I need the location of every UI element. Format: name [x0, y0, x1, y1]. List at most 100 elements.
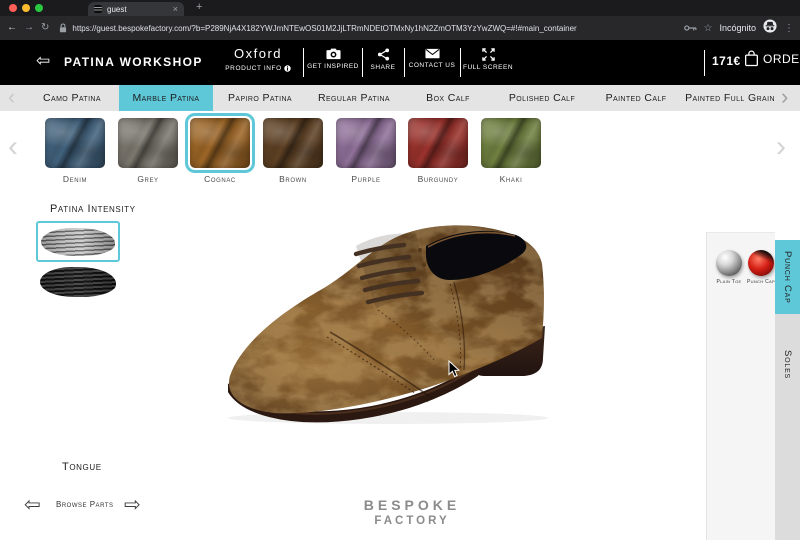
- full-screen-button[interactable]: FULL SCREEN: [460, 48, 516, 71]
- tab-painted-calf[interactable]: Painted Calf: [589, 85, 683, 111]
- browser-menu-icon[interactable]: ⋮: [784, 23, 794, 34]
- side-tab-soles[interactable]: Soles: [775, 335, 800, 395]
- page-title: PATINA WORKSHOP: [64, 55, 203, 69]
- minimize-window-button[interactable]: [22, 4, 30, 12]
- get-inspired-label: GET INSPIRED: [307, 63, 359, 70]
- tab-polished-calf[interactable]: Polished Calf: [495, 85, 589, 111]
- close-tab-icon[interactable]: ×: [173, 5, 178, 14]
- swatch-label-burgundy: Burgundy: [408, 174, 468, 184]
- swatch-grey[interactable]: [118, 118, 178, 168]
- shoe-preview[interactable]: [228, 220, 568, 425]
- shopping-bag-icon: [744, 50, 759, 67]
- order-button[interactable]: ORDER: [744, 50, 800, 67]
- next-part-arrow-icon[interactable]: ⇨: [124, 492, 141, 517]
- tabs-scroll-right-icon[interactable]: ›: [781, 84, 788, 110]
- share-button[interactable]: SHARE: [355, 48, 411, 71]
- plain-toe-label: Plain Toe: [716, 279, 741, 285]
- close-window-button[interactable]: [9, 4, 17, 12]
- mouse-cursor: [448, 360, 460, 378]
- swatch-denim[interactable]: [45, 118, 105, 168]
- swatch-khaki[interactable]: [481, 118, 541, 168]
- contact-us-button[interactable]: CONTACT US: [404, 48, 460, 69]
- brand-line2: FACTORY: [332, 515, 492, 527]
- product-info-label[interactable]: PRODUCT INFO: [225, 65, 282, 72]
- key-icon[interactable]: [684, 19, 697, 37]
- side-tab-punch-cap[interactable]: Punch Cap: [775, 240, 800, 314]
- plain-toe-sphere-icon: [716, 250, 742, 276]
- punch-cap-sphere-icon: [748, 250, 774, 276]
- brush-stroke-light: [41, 228, 115, 256]
- material-tabbar: ‹ Camo Patina Marble Patina Papiro Patin…: [0, 85, 800, 111]
- back-arrow-icon[interactable]: ⇦: [36, 51, 50, 71]
- punch-cap-label: Punch Cap: [747, 279, 775, 285]
- order-label: ORDER: [763, 52, 800, 66]
- swatch-purple[interactable]: [336, 118, 396, 168]
- toe-options-panel: Plain Toe Punch Cap: [706, 232, 775, 540]
- swatch-brown[interactable]: [263, 118, 323, 168]
- swatch-label-purple: Purple: [336, 174, 396, 184]
- lock-icon: [59, 23, 67, 33]
- app-header: ⇦ PATINA WORKSHOP Oxford PRODUCT INFO GE…: [0, 40, 800, 85]
- browser-toolbar: ← → ↻ https://guest.bespokefactory.com/?…: [0, 16, 800, 40]
- tab-papiro-patina[interactable]: Papiro Patina: [213, 85, 307, 111]
- browser-back-icon[interactable]: ←: [7, 23, 17, 33]
- url-bar[interactable]: https://guest.bespokefactory.com/?b=P289…: [72, 24, 576, 33]
- side-tab-soles-label: Soles: [782, 350, 793, 379]
- swatch-label-grey: Grey: [118, 174, 178, 184]
- header-divider: [303, 48, 304, 77]
- tab-camo-patina[interactable]: Camo Patina: [25, 85, 119, 111]
- info-icon: [284, 65, 291, 72]
- tabs-scroll-left-icon[interactable]: ‹: [8, 84, 15, 110]
- model-info-block[interactable]: Oxford PRODUCT INFO: [213, 46, 303, 72]
- header-divider: [704, 50, 705, 76]
- tab-box-calf[interactable]: Box Calf: [401, 85, 495, 111]
- bookmark-star-icon[interactable]: ☆: [704, 23, 713, 34]
- patina-intensity-light-option[interactable]: [36, 221, 120, 262]
- browser-tab[interactable]: guest ×: [88, 2, 184, 16]
- contact-us-label: CONTACT US: [409, 62, 456, 69]
- tab-favicon-icon: [94, 5, 102, 13]
- patina-intensity-label: Patina Intensity: [50, 203, 136, 215]
- swatch-label-khaki: Khaki: [481, 174, 541, 184]
- toolbar-right: ☆ Incógnito ⋮: [684, 16, 795, 40]
- swatch-cognac[interactable]: [190, 118, 250, 168]
- plain-toe-option[interactable]: Plain Toe: [713, 250, 745, 285]
- reload-icon[interactable]: ↻: [41, 23, 49, 33]
- incognito-avatar-icon[interactable]: [763, 19, 777, 38]
- browser-forward-icon[interactable]: →: [24, 23, 34, 33]
- swatch-label-cognac: Cognac: [190, 174, 250, 184]
- tab-regular-patina[interactable]: Regular Patina: [307, 85, 401, 111]
- current-part-label: Tongue: [62, 461, 102, 473]
- tab-marble-patina[interactable]: Marble Patina: [119, 85, 213, 111]
- incognito-label: Incógnito: [719, 23, 756, 33]
- swatch-burgundy[interactable]: [408, 118, 468, 168]
- zoom-window-button[interactable]: [35, 4, 43, 12]
- tab-title: guest: [107, 5, 168, 14]
- brand-line1: BESPOKE: [332, 497, 492, 513]
- camera-icon: [326, 48, 341, 60]
- get-inspired-button[interactable]: GET INSPIRED: [305, 48, 361, 70]
- share-icon: [377, 48, 390, 61]
- browser-tabstrip: guest × +: [0, 0, 800, 16]
- punch-cap-option[interactable]: Punch Cap: [745, 250, 777, 285]
- tab-painted-full-grain[interactable]: Painted Full Grain: [683, 85, 777, 111]
- patina-intensity-strong-option[interactable]: [40, 267, 116, 297]
- side-tab-strip: Punch Cap Soles: [775, 240, 800, 540]
- swatch-label-denim: Denim: [45, 174, 105, 184]
- brush-stroke-dark: [40, 267, 116, 297]
- screen: guest × + ← → ↻ https://guest.bespokefac…: [0, 0, 800, 540]
- swatches-scroll-right-icon[interactable]: ›: [776, 130, 786, 164]
- full-screen-label: FULL SCREEN: [463, 64, 513, 71]
- fullscreen-icon: [482, 48, 495, 61]
- share-label: SHARE: [371, 64, 396, 71]
- brand-logo: BESPOKE FACTORY: [332, 497, 492, 527]
- new-tab-button[interactable]: +: [196, 1, 202, 13]
- price-value: 171€: [712, 54, 741, 68]
- envelope-icon: [425, 48, 440, 59]
- side-tab-punch-cap-label: Punch Cap: [782, 251, 793, 304]
- previous-part-arrow-icon[interactable]: ⇦: [24, 492, 41, 517]
- model-name: Oxford: [213, 46, 303, 61]
- swatches-scroll-left-icon[interactable]: ‹: [8, 130, 18, 164]
- swatch-label-brown: Brown: [263, 174, 323, 184]
- browse-parts-label: Browse Parts: [56, 500, 113, 509]
